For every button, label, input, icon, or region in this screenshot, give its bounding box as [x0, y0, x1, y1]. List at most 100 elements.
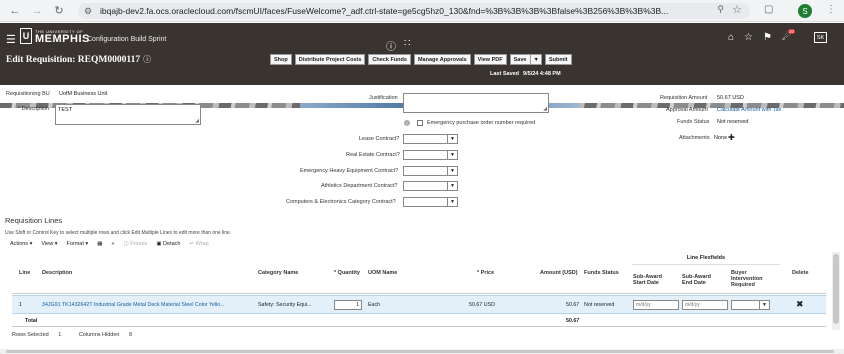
shop-button[interactable]: Shop: [270, 54, 292, 65]
table-row[interactable]: 1 34JG91 TK1432642T Industrial Grade Met…: [12, 295, 826, 314]
line-description-link[interactable]: 34JG91 TK1432642T Industrial Grade Metal…: [42, 302, 225, 308]
browser-toolbar: ← → ↻ ⚙ ibqajb-dev2.fa.ocs.oraclecloud.c…: [0, 0, 844, 22]
athletics-contract-select[interactable]: ▼: [403, 181, 458, 191]
overflow-icon[interactable]: »: [111, 241, 114, 247]
emergency-equipment-select[interactable]: ▼: [403, 166, 458, 176]
col-line[interactable]: Line: [19, 270, 30, 276]
resize-grip-icon[interactable]: ◢: [195, 118, 199, 124]
chevron-down-icon: ▼: [447, 151, 457, 159]
info-icon: i: [404, 120, 410, 126]
actions-menu[interactable]: Actions ▾: [10, 241, 32, 247]
profile-avatar[interactable]: S: [798, 4, 812, 18]
col-uom[interactable]: UOM Name: [368, 270, 397, 276]
requisition-lines-hint: Use Shift or Control Key to select multi…: [5, 230, 232, 236]
description-textarea[interactable]: TEST ◢: [55, 104, 201, 125]
buyer-intervention-select[interactable]: ▼: [731, 300, 770, 310]
logo-big-text: MEMPHIS: [35, 32, 90, 45]
forward-arrow-icon[interactable]: →: [30, 4, 44, 18]
computers-contract-select[interactable]: ▼: [403, 197, 458, 207]
check-funds-button[interactable]: Check Funds: [368, 54, 411, 65]
save-label: Save: [513, 56, 527, 63]
bookmark-star-icon[interactable]: ☆: [732, 3, 742, 16]
requisitioning-bu-value: UofM Business Unit: [59, 91, 108, 97]
lines-toolbar: Actions ▾ View ▾ Format ▾ ▦ » ◫ Freeze ▣…: [10, 241, 209, 247]
edit-multiple-icon[interactable]: ▦: [97, 241, 102, 247]
university-logo[interactable]: U THE UNIVERSITY OF MEMPHIS: [20, 28, 90, 44]
computers-contract-label: Computers & Electronics Category Contrac…: [286, 199, 396, 205]
justification-textarea[interactable]: ◢: [403, 93, 549, 113]
notifications-bell-icon[interactable]: ☄ 20: [782, 29, 795, 43]
extensions-icon[interactable]: ▢: [764, 4, 773, 15]
hamburger-menu-icon[interactable]: ☰: [6, 33, 16, 46]
col-quantity[interactable]: * Quantity: [334, 270, 360, 276]
quantity-input[interactable]: 1: [334, 300, 362, 310]
attachments-value: None: [714, 135, 728, 141]
real-estate-contract-select[interactable]: ▼: [403, 150, 458, 160]
resize-grip-icon[interactable]: ◢: [543, 106, 547, 112]
table-header: Line Flexfields Line Description Categor…: [12, 252, 826, 294]
user-menu[interactable]: SK: [814, 32, 827, 43]
page-help-icon[interactable]: ⓘ: [143, 55, 151, 64]
col-category[interactable]: Category Name: [258, 270, 298, 276]
lease-contract-select[interactable]: ▼: [403, 134, 458, 144]
freeze-button[interactable]: ◫ Freeze: [123, 241, 147, 247]
col-funds-status[interactable]: Funds Status: [584, 270, 619, 276]
address-bar[interactable]: ⚙ ibqajb-dev2.fa.ocs.oraclecloud.com/fsc…: [78, 3, 750, 19]
calculate-amount-link[interactable]: Calculate Amount with Tax: [717, 107, 781, 113]
col-sub-award-start[interactable]: Sub-Award Start Date: [633, 274, 673, 286]
submit-button[interactable]: Submit: [544, 54, 572, 65]
lease-contract-label: Lease Contract?: [359, 136, 400, 142]
line-number: 1: [19, 302, 22, 308]
wrap-button[interactable]: ↵ Wrap: [189, 241, 208, 247]
requisitioning-bu-label: Requisitioning BU: [6, 91, 50, 97]
page-title: Edit Requisition: REQM0000117 ⓘ: [6, 55, 152, 65]
flag-icon[interactable]: ⚑: [763, 32, 772, 43]
requisition-lines-title: Requisition Lines: [5, 216, 63, 225]
sub-award-end-input[interactable]: m/d/yy: [682, 300, 728, 310]
emergency-po-label: Emergency purchase order number required: [427, 120, 536, 126]
delete-icon[interactable]: ✖: [796, 299, 804, 310]
add-attachment-icon[interactable]: ✚: [728, 133, 735, 142]
justification-label: Justification: [369, 95, 398, 101]
format-menu[interactable]: Format ▾: [66, 241, 88, 247]
sub-award-start-input[interactable]: m/d/yy: [633, 300, 679, 310]
col-sub-award-end[interactable]: Sub-Award End Date: [682, 274, 722, 286]
chevron-down-icon: ▼: [447, 198, 457, 206]
line-price: 50.67 USD: [469, 302, 495, 308]
logo-mark: U: [20, 28, 32, 44]
browser-menu-icon[interactable]: ⋮: [826, 4, 836, 15]
page-toolbar: Shop Distribute Project Costs Check Fund…: [270, 54, 572, 65]
save-button[interactable]: Save ▼: [509, 54, 542, 65]
manage-approvals-button[interactable]: Manage Approvals: [413, 54, 471, 65]
line-uom: Each: [368, 302, 381, 308]
col-delete: Delete: [792, 270, 809, 276]
site-info-icon[interactable]: ⚙: [84, 6, 100, 17]
col-price[interactable]: * Price: [477, 270, 494, 276]
reload-icon[interactable]: ↻: [52, 4, 66, 18]
distribute-project-costs-button[interactable]: Distribute Project Costs: [294, 54, 366, 65]
detach-button[interactable]: ▣ Detach: [156, 241, 180, 247]
approval-amount-label: Approval Amount: [666, 107, 708, 113]
view-pdf-button[interactable]: View PDF: [473, 54, 507, 65]
total-label: Total: [25, 318, 38, 324]
col-amount[interactable]: Amount (USD): [540, 270, 578, 276]
save-dropdown-icon[interactable]: ▼: [530, 55, 540, 64]
search-icon[interactable]: ⚲: [717, 4, 724, 15]
home-icon[interactable]: ⌂: [728, 32, 734, 43]
chevron-down-icon: ▼: [447, 167, 457, 175]
apps-grid-icon[interactable]: ∷: [404, 38, 410, 53]
help-circle-icon[interactable]: ⓘ: [386, 38, 396, 53]
emergency-po-checkbox[interactable]: [417, 120, 423, 126]
view-menu[interactable]: View ▾: [41, 241, 57, 247]
funds-status-value: Not reserved: [717, 119, 749, 125]
page-horizontal-scrollbar[interactable]: [0, 349, 844, 354]
col-buyer-intervention[interactable]: Buyer Intervention Required: [731, 270, 775, 288]
favorites-star-icon[interactable]: ☆: [744, 32, 753, 43]
line-category: Safety: Security Equi...: [258, 302, 312, 308]
col-description[interactable]: Description: [42, 270, 72, 276]
funds-status-label: Funds Status: [677, 119, 710, 125]
table-vertical-scrollbar[interactable]: [832, 252, 840, 330]
real-estate-contract-label: Real Estate Contract?: [346, 152, 400, 158]
app-header: ☰ U THE UNIVERSITY OF MEMPHIS Configurat…: [0, 23, 844, 108]
back-arrow-icon[interactable]: ←: [8, 4, 22, 18]
